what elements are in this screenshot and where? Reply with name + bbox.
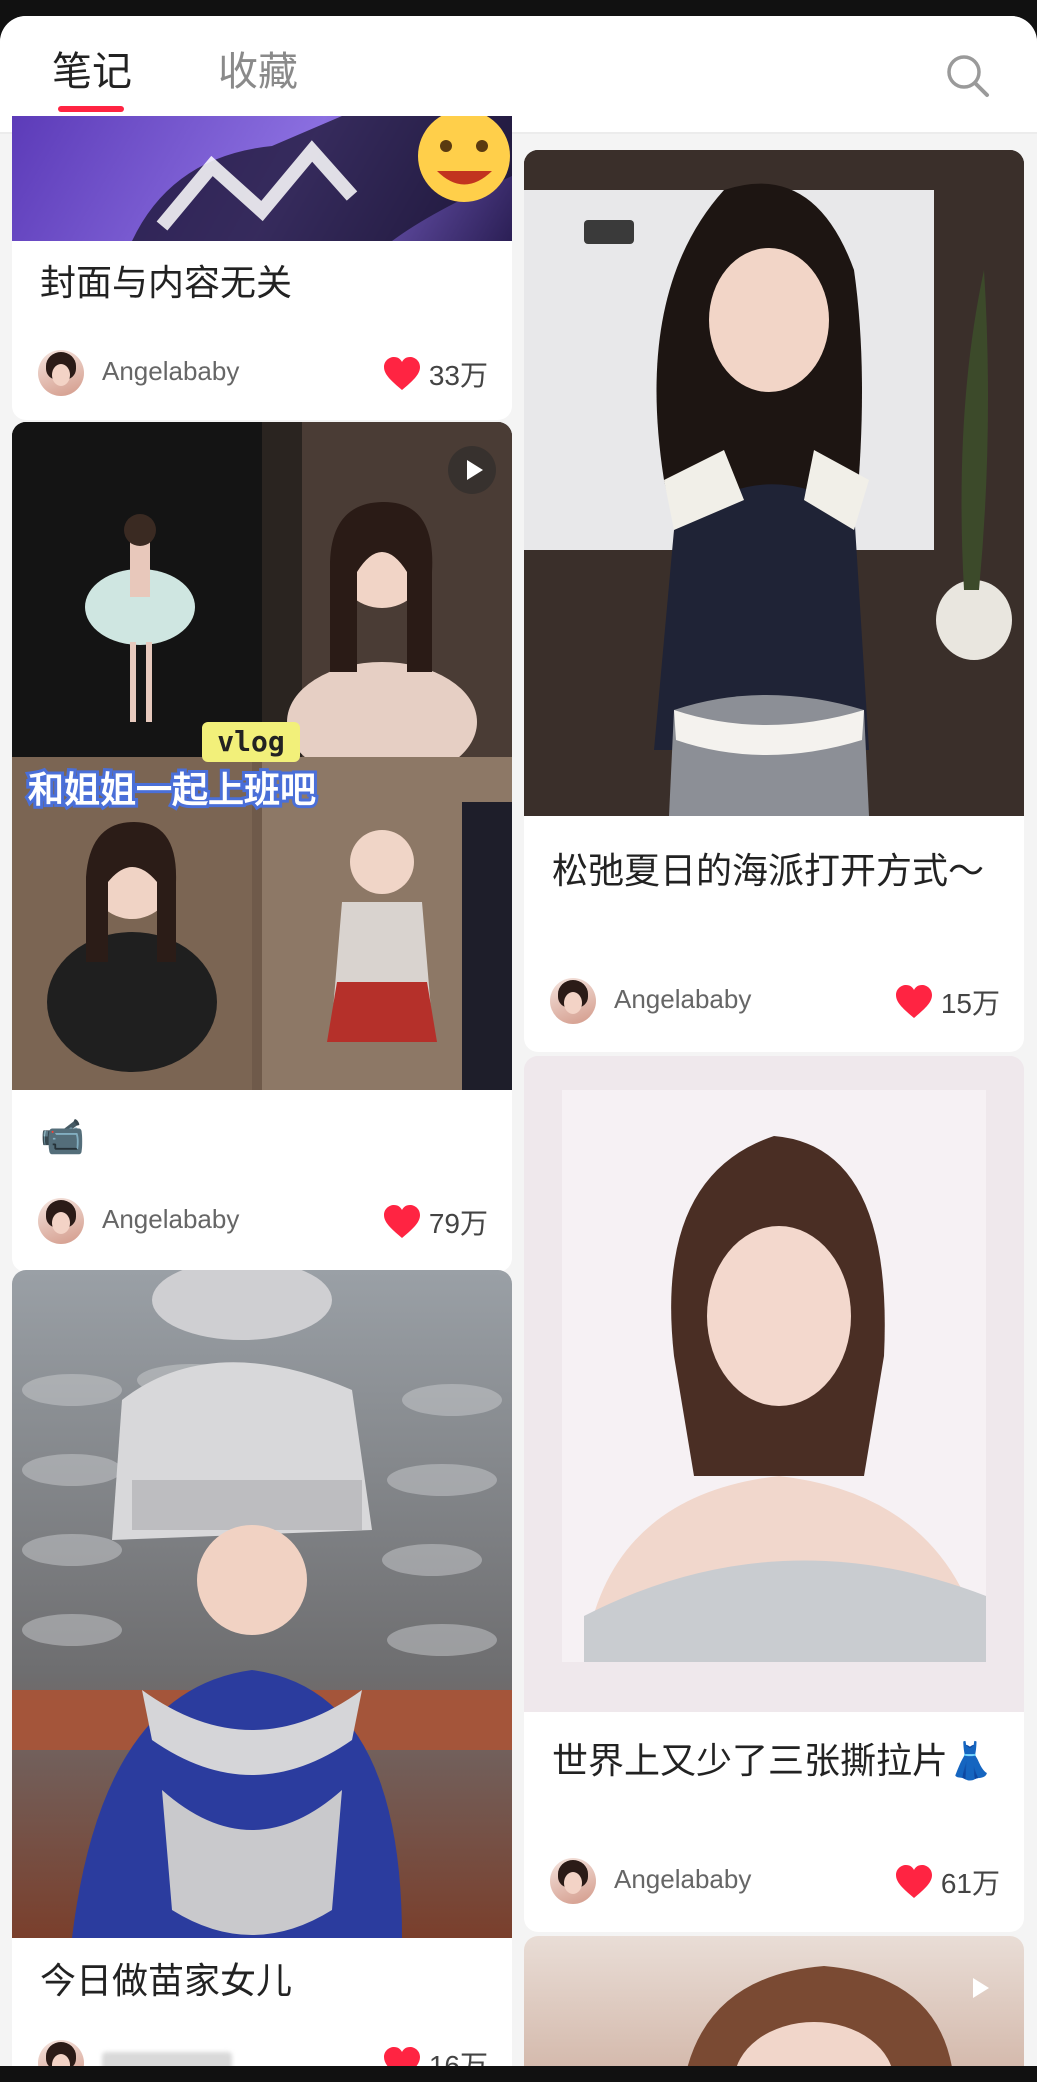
author-name[interactable] [102, 2052, 232, 2066]
like-button[interactable]: 15万 [895, 982, 1000, 1022]
heart-icon [383, 2047, 420, 2066]
avatar[interactable] [550, 978, 596, 1024]
like-button[interactable]: 79万 [383, 1202, 488, 1242]
like-count: 79万 [428, 1208, 488, 1239]
like-count: 33万 [428, 360, 488, 391]
vlog-caption: 和姐姐一起上班吧 [28, 770, 316, 811]
heart-icon [895, 985, 932, 1018]
avatar[interactable] [38, 350, 84, 396]
note-title: 松弛夏日的海派打开方式～ [552, 850, 985, 891]
note-cover-image [524, 150, 1024, 816]
author-row: Angelababy 61万 [550, 1858, 1000, 1906]
like-button[interactable]: 61万 [895, 1862, 1000, 1902]
note-title: 封面与内容无关 [40, 262, 293, 303]
note-card[interactable]: vlog 和姐姐一起上班吧 📹 Angelababy 79万 [12, 422, 512, 1272]
note-card[interactable]: 松弛夏日的海派打开方式～ Angelababy 15万 [524, 150, 1024, 1052]
avatar[interactable] [550, 1858, 596, 1904]
note-title: 今日做苗家女儿 [40, 1960, 293, 2001]
note-cover-image [12, 116, 512, 241]
note-card[interactable]: 封面与内容无关 Angelababy 33万 [12, 116, 512, 420]
like-count: 15万 [940, 988, 1000, 1019]
like-count: 16万 [428, 2050, 488, 2066]
notes-sheet: 笔记 收藏 封面与内容无关 Angelababy 33万 vlog 和姐姐一起上… [0, 16, 1037, 2066]
like-button[interactable]: 16万 [383, 2044, 488, 2066]
vlog-collage-graphic: vlog 和姐姐一起上班吧 [12, 422, 512, 1090]
summer-portrait-graphic [524, 150, 1024, 816]
note-card[interactable]: 今日做苗家女儿 16万 [12, 1270, 512, 2066]
polaroid-portrait-graphic [524, 1056, 1024, 1712]
author-row: 16万 [38, 2040, 488, 2066]
author-name[interactable]: Angelababy [614, 1864, 751, 1895]
avatar[interactable] [38, 2040, 84, 2066]
note-cover-image [524, 1056, 1024, 1712]
note-cover-image [524, 1936, 1024, 2066]
miao-costume-graphic [12, 1270, 512, 1938]
heart-icon [383, 357, 420, 390]
portrait-partial-graphic [687, 1966, 952, 2066]
note-card[interactable] [524, 1936, 1024, 2066]
note-card[interactable]: 世界上又少了三张撕拉片👗 Angelababy 61万 [524, 1056, 1024, 1932]
author-row: Angelababy 15万 [550, 978, 1000, 1026]
play-icon [448, 446, 496, 494]
like-count: 61万 [940, 1868, 1000, 1899]
cover-sticker-graphic [132, 116, 512, 241]
tab-favorites[interactable]: 收藏 [218, 46, 298, 98]
app-screen: 笔记 收藏 封面与内容无关 Angelababy 33万 vlog 和姐姐一起上… [0, 0, 1037, 2082]
note-cover-image: vlog 和姐姐一起上班吧 [12, 422, 512, 1090]
active-tab-indicator [58, 106, 124, 112]
author-row: Angelababy 79万 [38, 1198, 488, 1246]
like-button[interactable]: 33万 [383, 354, 488, 394]
heart-icon [895, 1865, 932, 1898]
note-cover-image [12, 1270, 512, 1938]
search-icon[interactable] [944, 52, 992, 100]
author-name[interactable]: Angelababy [614, 984, 751, 1015]
heart-icon [383, 1205, 420, 1238]
vlog-label: vlog [217, 725, 284, 758]
note-title: 世界上又少了三张撕拉片👗 [552, 1740, 993, 1781]
author-row: Angelababy 33万 [38, 350, 488, 398]
note-title: 📹 [40, 1116, 85, 1157]
author-name[interactable]: Angelababy [102, 1204, 239, 1235]
play-icon [954, 1964, 1002, 2012]
tab-notes[interactable]: 笔记 [52, 46, 132, 98]
author-name[interactable]: Angelababy [102, 356, 239, 387]
bottom-bar [0, 2066, 1037, 2082]
status-bar [0, 0, 1037, 16]
avatar[interactable] [38, 1198, 84, 1244]
